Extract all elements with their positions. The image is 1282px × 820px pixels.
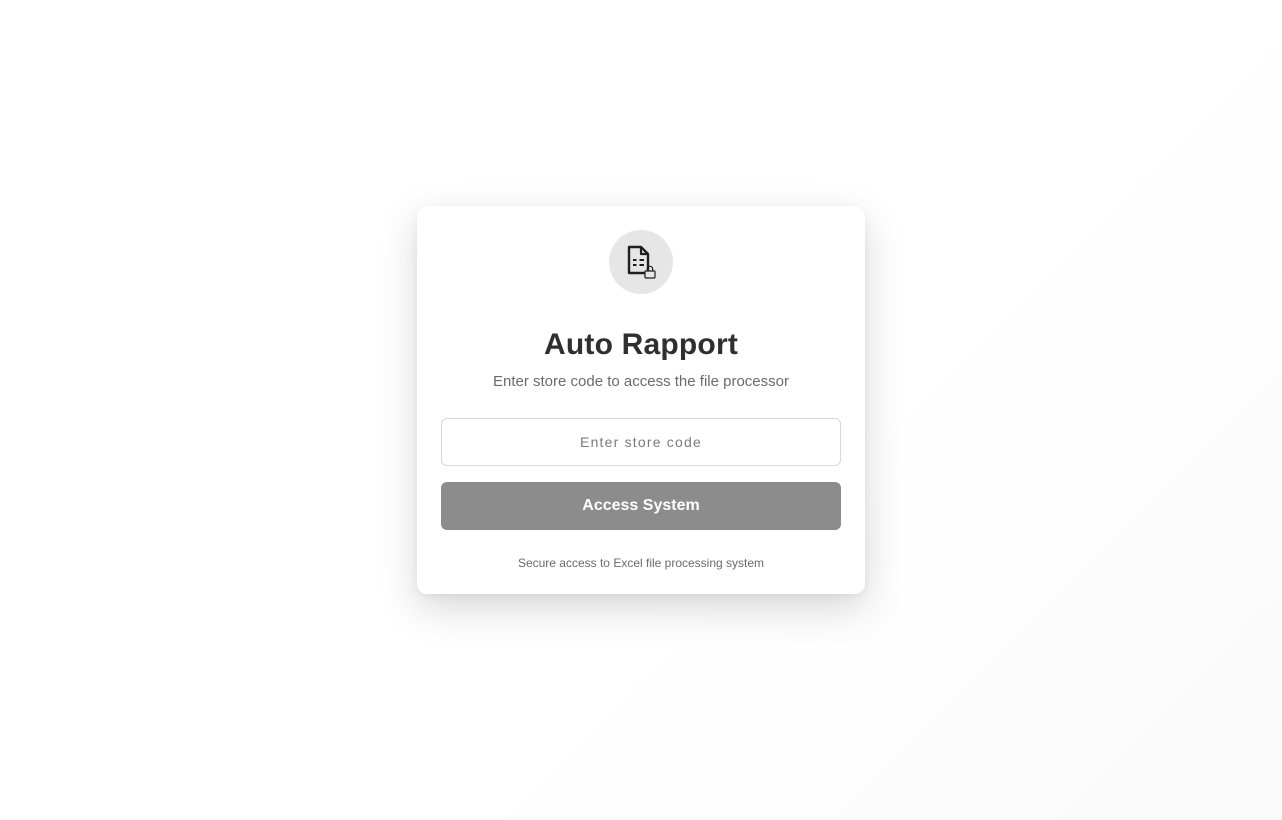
app-title: Auto Rapport <box>543 328 739 361</box>
store-code-input[interactable] <box>441 418 841 466</box>
spreadsheet-file-lock-icon <box>624 243 658 281</box>
security-footnote: Secure access to Excel file processing s… <box>517 556 765 570</box>
logo-badge <box>609 230 673 294</box>
login-card: Auto Rapport Enter store code to access … <box>417 206 865 594</box>
access-system-button[interactable]: Access System <box>441 482 841 530</box>
app-subtitle: Enter store code to access the file proc… <box>493 373 789 390</box>
page: Auto Rapport Enter store code to access … <box>0 0 1282 820</box>
